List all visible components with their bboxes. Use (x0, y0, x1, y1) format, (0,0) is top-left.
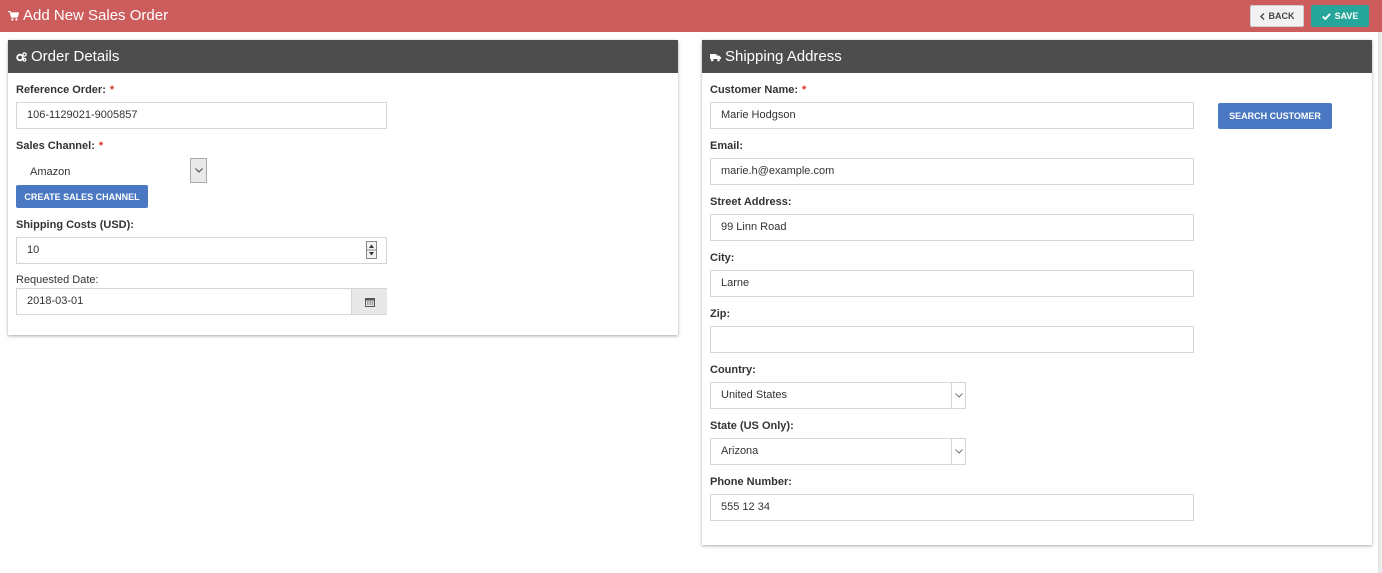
sales-channel-dropdown-arrow[interactable] (190, 158, 207, 183)
shipping-costs-label: Shipping Costs (USD): (16, 219, 134, 231)
number-spinner[interactable] (366, 241, 377, 259)
gears-icon (16, 52, 27, 62)
state-select[interactable]: Arizona (710, 438, 966, 465)
cart-icon (8, 10, 20, 21)
order-details-header: Order Details (8, 40, 678, 73)
create-sales-channel-button[interactable]: CREATE SALES CHANNEL (16, 185, 148, 208)
customer-name-input[interactable]: Marie Hodgson (710, 102, 1194, 129)
shipping-address-panel: Shipping Address Customer Name: * Marie H… (702, 40, 1372, 545)
save-button-label: SAVE (1334, 11, 1359, 21)
city-input[interactable]: Larne (710, 270, 1194, 297)
requested-date-label: Requested Date: (16, 274, 99, 286)
spinner-arrows-icon (367, 244, 376, 256)
calendar-icon (364, 297, 375, 307)
street-address-input[interactable]: 99 Linn Road (710, 214, 1194, 241)
reference-order-input[interactable]: 106-1129021-9005857 (16, 102, 387, 129)
sales-channel-select[interactable]: Amazon (16, 158, 207, 185)
check-icon (1321, 12, 1331, 20)
shipping-address-header: Shipping Address (702, 40, 1372, 73)
requested-date-value: 2018-03-01 (27, 295, 84, 307)
phone-number-input[interactable]: 555 12 34 (710, 494, 1194, 521)
shipping-costs-value: 10 (27, 244, 40, 256)
back-button[interactable]: BACK (1250, 5, 1304, 27)
chevron-down-icon (954, 449, 963, 454)
shipping-costs-input[interactable]: 10 (16, 237, 387, 264)
page-title-text: Add New Sales Order (23, 7, 169, 24)
email-label: Email: (710, 140, 744, 152)
country-dropdown-arrow[interactable] (951, 383, 965, 408)
shipping-address-title: Shipping Address (725, 48, 842, 65)
sales-channel-label: Sales Channel: * (16, 140, 104, 152)
zip-input[interactable] (710, 326, 1194, 353)
top-bar: Add New Sales Order BACK SAVE (0, 0, 1382, 32)
search-customer-button[interactable]: SEARCH CUSTOMER (1218, 103, 1332, 129)
required-marker: * (802, 84, 807, 96)
date-picker-button[interactable] (351, 289, 387, 314)
required-marker: * (109, 84, 115, 96)
phone-number-label: Phone Number: (710, 476, 792, 488)
street-address-label: Street Address: (710, 196, 792, 208)
country-label: Country: (710, 364, 756, 376)
order-details-title: Order Details (31, 48, 120, 65)
page-title: Add New Sales Order (8, 7, 168, 25)
city-label: City: (710, 252, 735, 264)
state-label: State (US Only): (710, 420, 794, 432)
state-value: Arizona (721, 445, 759, 457)
reference-order-label: Reference Order: * (16, 84, 115, 96)
zip-label: Zip: (710, 308, 731, 320)
customer-name-label: Customer Name: * (710, 84, 807, 96)
chevron-down-icon (954, 393, 963, 398)
chevron-down-icon (194, 168, 203, 173)
country-select[interactable]: United States (710, 382, 966, 409)
save-button[interactable]: SAVE (1311, 5, 1369, 27)
truck-icon (710, 54, 721, 62)
scrollbar-track[interactable] (1378, 32, 1382, 573)
sales-channel-value: Amazon (30, 166, 71, 178)
requested-date-input[interactable]: 2018-03-01 (16, 288, 387, 315)
order-details-panel: Order Details Reference Order: * 106-1129… (8, 40, 678, 335)
required-marker: * (98, 140, 104, 152)
state-dropdown-arrow[interactable] (951, 439, 965, 464)
email-input[interactable]: marie.h@example.com (710, 158, 1194, 185)
back-button-label: BACK (1268, 11, 1295, 21)
country-value: United States (721, 389, 788, 401)
chevron-left-icon (1259, 12, 1264, 20)
